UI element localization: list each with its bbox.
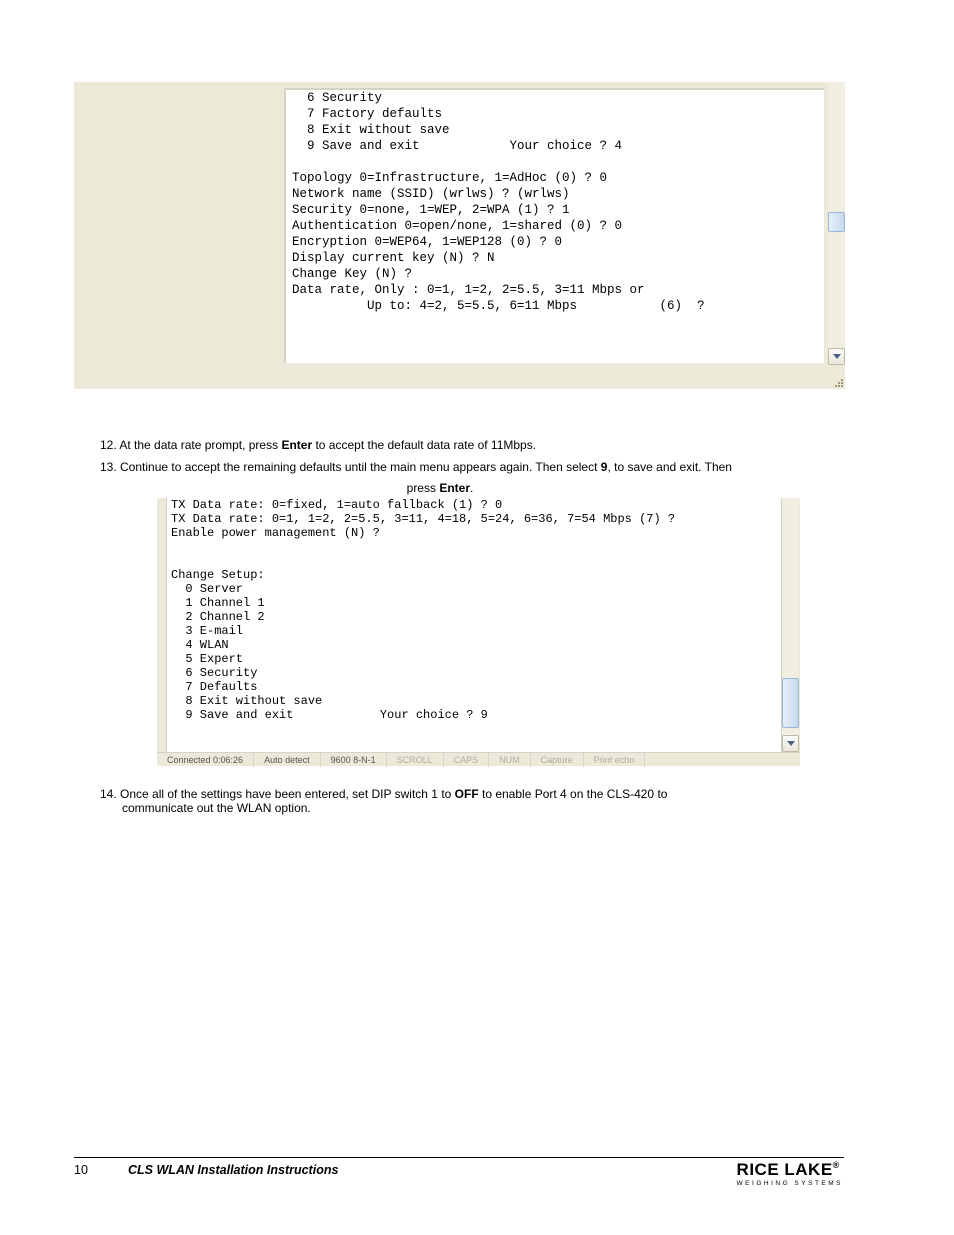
- text: press: [407, 481, 440, 495]
- text: to enable Port 4 on the CLS-420 to: [479, 787, 668, 801]
- text: 14. Once all of the settings have been e…: [100, 787, 455, 801]
- logo-text: RICE LAKE: [737, 1160, 833, 1179]
- switch-off: OFF: [455, 787, 479, 801]
- instruction-step-13a: 13. Continue to accept the remaining def…: [100, 460, 780, 474]
- scroll-down-icon[interactable]: [782, 735, 799, 752]
- terminal1-content: 6 Security 7 Factory defaults 8 Exit wit…: [284, 88, 824, 363]
- scroll-thumb[interactable]: [828, 212, 845, 232]
- status-autodetect: Auto detect: [254, 753, 321, 767]
- instruction-step-12: 12. At the data rate prompt, press Enter…: [100, 438, 780, 452]
- status-num: NUM: [489, 753, 531, 767]
- terminal-screenshot-1: 6 Security 7 Factory defaults 8 Exit wit…: [74, 82, 845, 389]
- key-enter: Enter: [439, 481, 470, 495]
- terminal-screenshot-2: TX Data rate: 0=fixed, 1=auto fallback (…: [157, 498, 800, 766]
- registered-icon: ®: [833, 1160, 840, 1170]
- page-number: 10: [74, 1163, 88, 1177]
- scroll-thumb[interactable]: [782, 678, 799, 728]
- text: 13. Continue to accept the remaining def…: [100, 460, 601, 474]
- status-bar: Connected 0:06:26 Auto detect 9600 8-N-1…: [157, 752, 800, 766]
- text: .: [470, 481, 473, 495]
- instruction-step-14: 14. Once all of the settings have been e…: [100, 787, 780, 815]
- status-capture: Capture: [531, 753, 584, 767]
- scrollbar-vertical[interactable]: [782, 498, 799, 752]
- text: to accept the default data rate of 11Mbp…: [312, 438, 536, 452]
- text: , to save and exit. Then: [607, 460, 732, 474]
- status-connected: Connected 0:06:26: [157, 753, 254, 767]
- terminal2-content: TX Data rate: 0=fixed, 1=auto fallback (…: [166, 498, 782, 752]
- terminal1-pre: 6 Security 7 Factory defaults 8 Exit wit…: [292, 91, 705, 313]
- scrollbar-vertical[interactable]: [828, 82, 845, 365]
- text: communicate out the WLAN option.: [122, 801, 311, 815]
- status-scroll: SCROLL: [387, 753, 444, 767]
- status-printecho: Print echo: [584, 753, 646, 767]
- terminal2-pre: TX Data rate: 0=fixed, 1=auto fallback (…: [171, 498, 675, 722]
- resize-grip-icon[interactable]: [831, 375, 843, 387]
- ricelake-logo: RICE LAKE® WEIGHING SYSTEMS: [737, 1160, 843, 1187]
- status-port: 9600 8-N-1: [321, 753, 387, 767]
- instruction-step-13b: press Enter.: [100, 481, 780, 495]
- logo-subtitle: WEIGHING SYSTEMS: [737, 1180, 843, 1187]
- status-caps: CAPS: [444, 753, 490, 767]
- text: 12. At the data rate prompt, press: [100, 438, 281, 452]
- key-enter: Enter: [281, 438, 312, 452]
- footer-rule: [74, 1157, 844, 1158]
- scroll-down-icon[interactable]: [828, 348, 845, 365]
- page-footer-title: CLS WLAN Installation Instructions: [128, 1163, 338, 1177]
